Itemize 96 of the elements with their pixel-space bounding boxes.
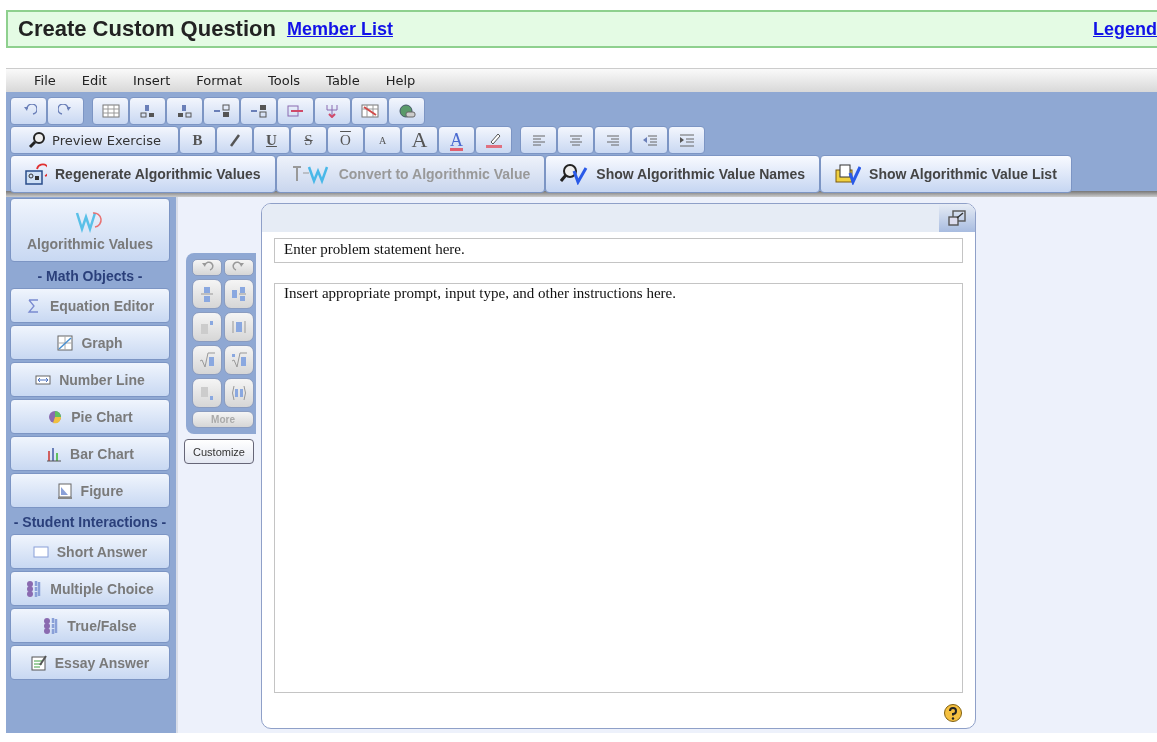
resize-icon (948, 210, 966, 226)
insert-column-right-icon (249, 104, 268, 118)
absolute-value-icon (231, 319, 247, 335)
choice-list-icon (26, 580, 43, 597)
toolbar-button[interactable] (240, 97, 277, 125)
section-heading: - Student Interactions - (12, 513, 168, 532)
sidebar-button[interactable]: Bar Chart (10, 436, 170, 471)
menu-item[interactable]: Tools (255, 73, 314, 88)
sidebar-button[interactable]: Number Line (10, 362, 170, 397)
bar-chart-icon (46, 445, 63, 462)
sidebar-button[interactable]: Equation Editor (10, 288, 170, 323)
expand-button[interactable] (939, 204, 975, 232)
menu-item[interactable]: Help (372, 73, 429, 88)
magnifier-icon (560, 163, 589, 185)
exponent-icon (199, 319, 215, 335)
sidebar-button[interactable]: Figure (10, 473, 170, 508)
palette-button[interactable] (192, 378, 222, 408)
toolbar-button[interactable] (351, 97, 388, 125)
action-button[interactable]: Show Algorithmic Value List (820, 155, 1072, 193)
delete-table-icon (360, 104, 379, 118)
palette-button[interactable] (192, 259, 222, 276)
text-box-icon (32, 543, 49, 560)
preview-exercise-button[interactable]: Preview Exercise (10, 126, 179, 154)
sidebar-button[interactable]: True/False (10, 608, 170, 643)
palette-button[interactable] (192, 345, 222, 375)
instructions-field[interactable]: Insert appropriate prompt, input type, and other instructions here. (274, 283, 963, 693)
palette-button[interactable] (192, 279, 222, 309)
palette-button[interactable] (224, 279, 254, 309)
sidebar-button[interactable]: Essay Answer (10, 645, 170, 680)
font-color-button[interactable]: A (438, 126, 475, 154)
pie-chart-icon (47, 408, 64, 425)
notepad-icon (30, 654, 47, 671)
toolbar-button[interactable] (203, 97, 240, 125)
underline-button[interactable]: U (253, 126, 290, 154)
insert-row-below-icon (175, 104, 194, 118)
redo-icon (57, 104, 74, 118)
magnifier-icon (28, 131, 47, 149)
decrease-font-button[interactable]: A (364, 126, 401, 154)
highlighter-icon (484, 132, 503, 148)
sidebar-button[interactable]: Short Answer (10, 534, 170, 569)
palette-button[interactable] (224, 312, 254, 342)
menu-item[interactable]: Format (183, 73, 256, 88)
algorithmic-values-button[interactable]: Algorithmic Values (10, 198, 170, 262)
convert-icon (290, 163, 331, 185)
action-button[interactable]: Show Algorithmic Value Names (545, 155, 821, 193)
sidebar-button[interactable]: Pie Chart (10, 399, 170, 434)
page-title: Create Custom Question (18, 16, 276, 42)
square-root-icon (199, 352, 215, 368)
palette-button[interactable] (224, 259, 254, 276)
menu-item[interactable]: Edit (68, 73, 120, 88)
legend-link[interactable]: Legend (1093, 18, 1157, 40)
ordered-pair-icon (231, 385, 247, 401)
toolbar-button[interactable] (92, 97, 129, 125)
toolbar-button[interactable] (277, 97, 314, 125)
section-heading: - Math Objects - (36, 267, 144, 286)
increase-font-button[interactable]: A (401, 126, 438, 154)
palette-button[interactable] (224, 345, 254, 375)
bold-button[interactable]: B (179, 126, 216, 154)
palette-button[interactable] (192, 312, 222, 342)
sidebar-button[interactable]: Multiple Choice (10, 571, 170, 606)
figure-icon (56, 482, 73, 499)
folder-icon (835, 163, 862, 185)
toolbar-button[interactable] (129, 97, 166, 125)
fraction-icon (199, 286, 215, 302)
highlight-button[interactable] (475, 126, 512, 154)
overline-button[interactable]: O (327, 126, 364, 154)
insert-row-above-icon (138, 104, 157, 118)
regenerate-icon (25, 163, 47, 185)
customize-button[interactable]: Customize (184, 439, 254, 464)
delete-row-icon (286, 104, 305, 118)
palette-button[interactable] (224, 378, 254, 408)
align-right-icon (604, 132, 621, 148)
strikethrough-button[interactable]: S (290, 126, 327, 154)
sidebar-button[interactable]: Graph (10, 325, 170, 360)
graph-icon (57, 334, 74, 351)
menu-item[interactable]: Insert (119, 73, 184, 88)
choice-list-icon (43, 617, 60, 634)
table-icon (101, 104, 120, 118)
outdent-icon (641, 132, 658, 148)
align-center-icon (567, 132, 584, 148)
help-icon (943, 703, 963, 723)
toolbar-button[interactable] (166, 97, 203, 125)
align-left-icon (530, 132, 547, 148)
member-list-link[interactable]: Member List (286, 18, 393, 40)
menu-item[interactable]: File (21, 73, 69, 88)
subscript-icon (199, 385, 215, 401)
toolbar-button[interactable] (388, 97, 425, 125)
problem-statement-field[interactable]: Enter problem statement here. (274, 238, 963, 263)
menu-item[interactable]: Table (313, 73, 373, 88)
nth-root-icon (231, 352, 247, 368)
mixed-fraction-icon (231, 286, 247, 302)
insert-column-left-icon (212, 104, 231, 118)
action-button[interactable]: Regenerate Algorithmic Values (10, 155, 276, 193)
indent-icon (678, 132, 695, 148)
toolbar-button[interactable] (10, 97, 47, 125)
italic-button[interactable] (216, 126, 253, 154)
